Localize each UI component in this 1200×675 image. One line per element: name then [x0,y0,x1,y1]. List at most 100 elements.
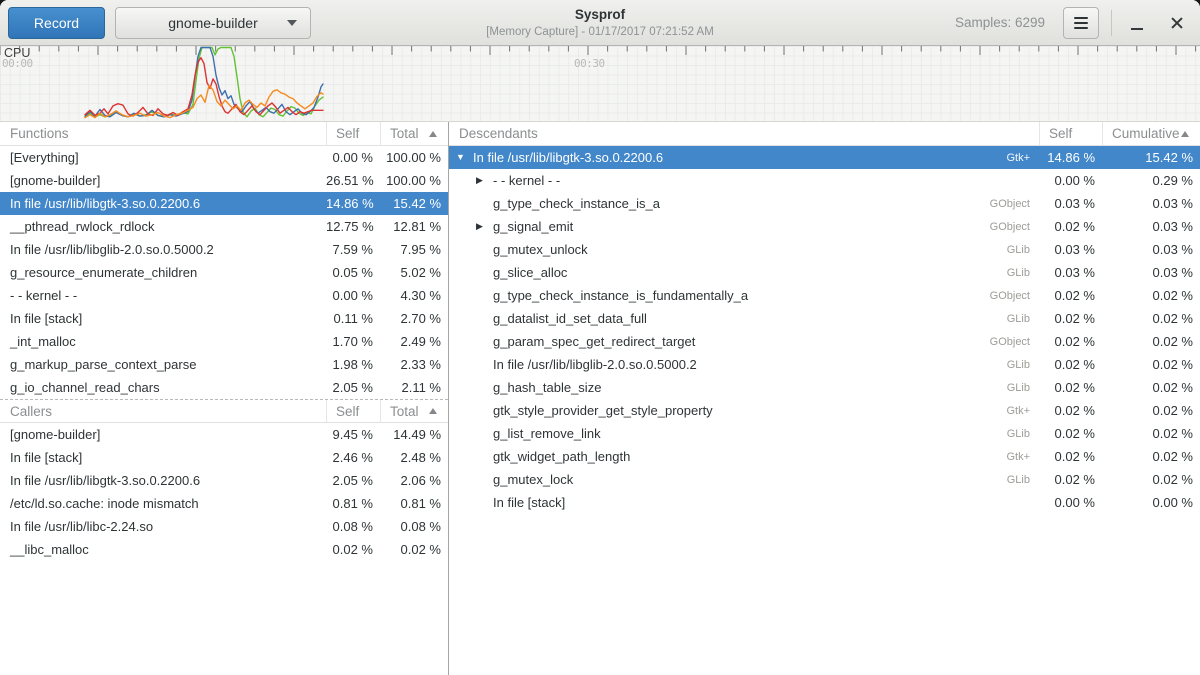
column-header-cumulative[interactable]: Cumulative [1102,122,1200,145]
descendants-row[interactable]: gtk_widget_path_lengthGtk+0.02 %0.02 % [449,445,1200,468]
function-name: [gnome-builder] [0,427,326,442]
functions-row[interactable]: - - kernel - -0.00 %4.30 % [0,284,448,307]
column-header-self[interactable]: Self [326,122,380,145]
column-header-self[interactable]: Self [326,400,380,422]
descendants-table-header: Descendants Self Cumulative [449,122,1200,146]
library-badge: GLib [1007,244,1039,256]
cpu-blue-line [85,48,323,117]
callers-row[interactable]: /etc/ld.so.cache: inode mismatch0.81 %0.… [0,492,448,515]
close-button[interactable] [1162,8,1192,38]
total-percent: 15.42 % [380,196,448,211]
self-percent: 0.05 % [326,265,380,280]
total-percent: 2.11 % [380,380,448,395]
total-percent: 0.08 % [380,519,448,534]
column-header-callers[interactable]: Callers [0,400,326,422]
callers-row[interactable]: In file /usr/lib/libgtk-3.so.0.2200.62.0… [0,469,448,492]
function-name: __pthread_rwlock_rdlock [0,219,326,234]
library-badge: GObject [990,290,1039,302]
self-percent: 26.51 % [326,173,380,188]
function-name: [gnome-builder] [0,173,326,188]
self-percent: 0.02 % [1039,311,1102,326]
column-header-total[interactable]: Total [380,122,448,145]
functions-row[interactable]: g_markup_parse_context_parse1.98 %2.33 % [0,353,448,376]
total-percent: 12.81 % [380,219,448,234]
close-icon [1171,17,1183,29]
descendants-row[interactable]: g_type_check_instance_is_fundamentally_a… [449,284,1200,307]
descendants-row[interactable]: In file [stack]0.00 %0.00 % [449,491,1200,514]
callers-row[interactable]: In file [stack]2.46 %2.48 % [0,446,448,469]
cumulative-percent: 0.03 % [1102,196,1200,211]
function-name: g_mutex_lock [493,472,573,487]
function-name: gtk_style_provider_get_style_property [493,403,713,418]
function-name: g_io_channel_read_chars [0,380,326,395]
cumulative-percent: 0.02 % [1102,288,1200,303]
functions-row[interactable]: _int_malloc1.70 %2.49 % [0,330,448,353]
callers-table-body: [gnome-builder]9.45 %14.49 %In file [sta… [0,423,448,561]
functions-row[interactable]: In file /usr/lib/libgtk-3.so.0.2200.614.… [0,192,448,215]
callers-row[interactable]: [gnome-builder]9.45 %14.49 % [0,423,448,446]
descendant-name-cell: g_type_check_instance_is_fundamentally_a… [449,288,1039,303]
menu-button[interactable] [1063,7,1099,39]
functions-row[interactable]: g_resource_enumerate_children0.05 %5.02 … [0,261,448,284]
functions-row[interactable]: g_io_channel_read_chars2.05 %2.11 % [0,376,448,399]
total-percent: 2.06 % [380,473,448,488]
library-badge: GLib [1007,474,1039,486]
callers-row[interactable]: __libc_malloc0.02 %0.02 % [0,538,448,561]
expander-collapsed-icon[interactable]: ▶ [476,176,493,185]
left-pane: Functions Self Total [Everything]0.00 %1… [0,122,449,675]
function-name: g_signal_emit [493,219,573,234]
self-percent: 0.02 % [1039,288,1102,303]
descendants-row[interactable]: g_hash_table_sizeGLib0.02 %0.02 % [449,376,1200,399]
function-name: In file /usr/lib/libgtk-3.so.0.2200.6 [473,150,663,165]
function-name: g_markup_parse_context_parse [0,357,326,372]
cumulative-percent: 0.02 % [1102,403,1200,418]
total-percent: 100.00 % [380,173,448,188]
function-name: _int_malloc [0,334,326,349]
expander-expanded-icon[interactable]: ▼ [456,153,473,162]
descendants-row[interactable]: g_datalist_id_set_data_fullGLib0.02 %0.0… [449,307,1200,330]
expander-collapsed-icon[interactable]: ▶ [476,222,493,231]
column-header-total[interactable]: Total [380,400,448,422]
descendants-row[interactable]: g_type_check_instance_is_aGObject0.03 %0… [449,192,1200,215]
sort-ascending-icon [1181,131,1189,137]
function-name: In file [stack] [0,450,326,465]
cumulative-percent: 0.03 % [1102,242,1200,257]
functions-table-body: [Everything]0.00 %100.00 %[gnome-builder… [0,146,448,399]
descendants-row[interactable]: g_mutex_unlockGLib0.03 %0.03 % [449,238,1200,261]
cumulative-percent: 0.02 % [1102,334,1200,349]
descendant-name-cell: In file /usr/lib/libglib-2.0.so.0.5000.2… [449,357,1039,372]
descendants-row[interactable]: g_slice_allocGLib0.03 %0.03 % [449,261,1200,284]
functions-row[interactable]: __pthread_rwlock_rdlock12.75 %12.81 % [0,215,448,238]
descendants-row[interactable]: ▶g_signal_emitGObject0.02 %0.03 % [449,215,1200,238]
page-subtitle: [Memory Capture] - 01/17/2017 07:21:52 A… [486,25,714,39]
column-header-self[interactable]: Self [1039,122,1102,145]
descendants-row[interactable]: g_param_spec_get_redirect_targetGObject0… [449,330,1200,353]
descendants-row[interactable]: ▶- - kernel - -0.00 %0.29 % [449,169,1200,192]
functions-row[interactable]: [Everything]0.00 %100.00 % [0,146,448,169]
column-header-descendants[interactable]: Descendants [449,122,1039,145]
self-percent: 7.59 % [326,242,380,257]
library-badge: GLib [1007,359,1039,371]
descendants-row[interactable]: g_list_remove_linkGLib0.02 %0.02 % [449,422,1200,445]
process-selector[interactable]: gnome-builder [115,7,311,39]
self-percent: 0.11 % [326,311,380,326]
functions-row[interactable]: In file [stack]0.11 %2.70 % [0,307,448,330]
minimize-button[interactable] [1122,8,1152,38]
record-button[interactable]: Record [8,7,105,39]
functions-row[interactable]: [gnome-builder]26.51 %100.00 % [0,169,448,192]
cumulative-percent: 0.02 % [1102,357,1200,372]
library-badge: GObject [990,221,1039,233]
chevron-down-icon [287,20,297,26]
descendants-row[interactable]: In file /usr/lib/libglib-2.0.so.0.5000.2… [449,353,1200,376]
descendants-row[interactable]: g_mutex_lockGLib0.02 %0.02 % [449,468,1200,491]
cumulative-percent: 0.02 % [1102,472,1200,487]
descendants-row[interactable]: ▼In file /usr/lib/libgtk-3.so.0.2200.6Gt… [449,146,1200,169]
self-percent: 0.03 % [1039,196,1102,211]
descendants-row[interactable]: gtk_style_provider_get_style_propertyGtk… [449,399,1200,422]
functions-row[interactable]: In file /usr/lib/libglib-2.0.so.0.5000.2… [0,238,448,261]
callers-row[interactable]: In file /usr/lib/libc-2.24.so0.08 %0.08 … [0,515,448,538]
column-header-functions[interactable]: Functions [0,122,326,145]
self-percent: 12.75 % [326,219,380,234]
total-percent: 14.49 % [380,427,448,442]
function-name: g_type_check_instance_is_fundamentally_a [493,288,748,303]
